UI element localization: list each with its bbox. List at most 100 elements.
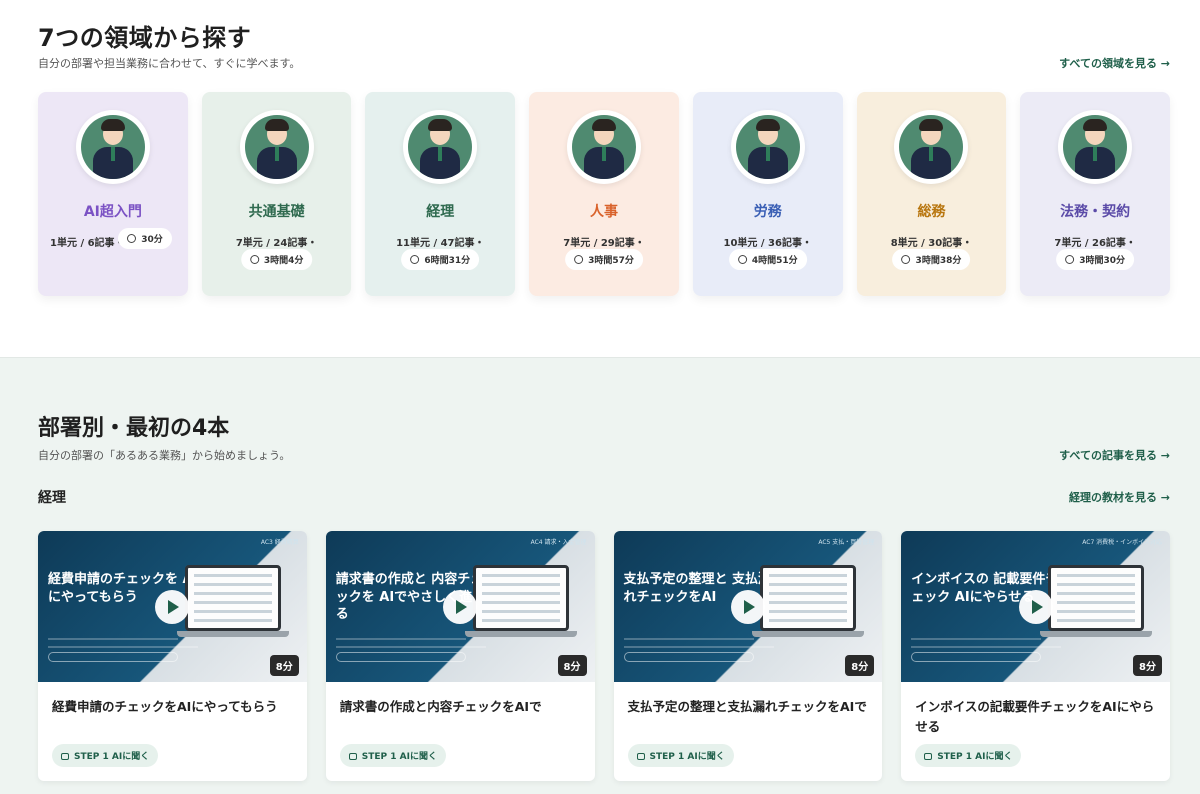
video-thumbnail[interactable]: AC4 請求・入金管理 請求書の作成と 内容チェックを AIでやさしく進める 8… (325, 531, 595, 682)
domain-card[interactable]: 経理 11単元 / 47記事・ 6時間31分 (365, 92, 516, 296)
clock-icon (249, 255, 259, 264)
step-label: STEP 1 AIに聞く (74, 752, 150, 762)
avatar (239, 110, 314, 184)
domain-card[interactable]: 労務 10単元 / 36記事・ 4時間51分 (692, 92, 843, 296)
section-title: 部署別・最初の4本 (38, 416, 230, 441)
video-card[interactable]: AC4 請求・入金管理 請求書の作成と 内容チェックを AIでやさしく進める 8… (325, 531, 595, 781)
play-icon[interactable] (1018, 589, 1053, 624)
laptop-illustration (760, 565, 857, 631)
avatar (1058, 110, 1133, 184)
chat-icon (348, 753, 357, 760)
play-icon[interactable] (443, 589, 478, 624)
domain-time: 3時間4分 (263, 256, 304, 266)
video-card[interactable]: AC3 経費精算 経費申請のチェックを AIにやってもらう 8分 経費申請のチェ… (38, 531, 307, 781)
laptop-illustration (472, 565, 569, 631)
step-badge: STEP 1 AIに聞く (339, 744, 446, 767)
avatar (730, 110, 805, 184)
video-thumbnail[interactable]: AC7 消費税・インボイス対応 インボイスの 記載要件チェック AIにやらせる … (901, 531, 1170, 682)
domain-time: 3時間30分 (1079, 256, 1126, 266)
clock-icon (410, 255, 420, 264)
clock-icon (901, 255, 911, 264)
step-badge: STEP 1 AIに聞く (627, 744, 734, 767)
domain-card[interactable]: 人事 7単元 / 29記事・ 3時間57分 (529, 92, 679, 296)
avatar (75, 110, 150, 184)
domain-stats: 8単元 / 30記事・ (890, 238, 973, 249)
domain-time-badge: 30分 (118, 228, 172, 249)
laptop-illustration (1048, 565, 1144, 631)
domain-name: 労務 (753, 204, 782, 220)
step-label: STEP 1 AIに聞く (937, 752, 1013, 762)
domain-name: AI超入門 (83, 204, 142, 220)
domain-time: 4時間51分 (751, 256, 798, 266)
domain-card[interactable]: 共通基礎 7単元 / 24記事・ 3時間4分 (201, 92, 352, 296)
avatar (403, 110, 478, 184)
thumbnail-tag: AC7 消費税・インボイス対応 (1082, 539, 1162, 546)
domain-time-badge: 4時間51分 (728, 249, 807, 270)
domain-stats: 7単元 / 24記事・ (235, 238, 318, 249)
department-section: 部署別・最初の4本 自分の部署の「あるある業務」から始めましょう。 すべての記事… (0, 357, 1200, 794)
domain-stats: 10単元 / 36記事・ (723, 238, 812, 249)
step-badge: STEP 1 AIに聞く (915, 744, 1022, 767)
play-icon[interactable] (155, 589, 190, 624)
domain-cards: AI超入門 1単元 / 6記事・ 30分 共通基礎 7単元 / 24記事・ 3時… (38, 92, 1171, 296)
section-title: 7つの領域から探す (38, 24, 252, 52)
domain-time-badge: 6時間31分 (401, 249, 480, 270)
video-card[interactable]: AC7 消費税・インボイス対応 インボイスの 記載要件チェック AIにやらせる … (901, 531, 1170, 781)
duration-badge: 8分 (269, 655, 299, 676)
category-heading: 経理 (38, 490, 66, 506)
domain-stats: 7単元 / 29記事・ (563, 238, 645, 249)
play-icon[interactable] (730, 589, 765, 624)
domain-time: 3時間38分 (915, 256, 962, 266)
duration-badge: 8分 (845, 655, 875, 676)
avatar (567, 110, 642, 184)
domain-stats: 7単元 / 26記事・ (1054, 238, 1136, 249)
video-title[interactable]: 経費申請のチェックをAIにやってもらう (52, 697, 292, 717)
duration-badge: 8分 (557, 655, 587, 676)
domain-card[interactable]: 法務・契約 7単元 / 26記事・ 3時間30分 (1020, 92, 1171, 296)
video-title[interactable]: 支払予定の整理と支払漏れチェックをAIで (628, 697, 868, 717)
domain-card[interactable]: AI超入門 1単元 / 6記事・ 30分 (38, 92, 188, 296)
domain-time-badge: 3時間38分 (892, 249, 971, 270)
thumbnail-tag: AC3 経費精算 (260, 539, 299, 546)
chat-icon (924, 753, 933, 760)
clock-icon (127, 234, 137, 243)
domain-time-badge: 3時間57分 (565, 249, 643, 270)
step-label: STEP 1 AIに聞く (361, 752, 437, 762)
domain-section: 7つの領域から探す 自分の部署や担当業務に合わせて、すぐに学べます。 すべての領… (0, 0, 1200, 357)
section-subtitle: 自分の部署の「あるある業務」から始めましょう。 (38, 449, 291, 462)
domain-name: 総務 (917, 204, 946, 220)
clock-icon (737, 255, 747, 264)
video-cards: AC3 経費精算 経費申請のチェックを AIにやってもらう 8分 経費申請のチェ… (38, 531, 1170, 781)
domain-name: 人事 (590, 204, 619, 220)
domain-time: 6時間31分 (424, 256, 471, 266)
step-badge: STEP 1 AIに聞く (52, 744, 159, 767)
domain-stats: 11単元 / 47記事・ (396, 238, 485, 249)
duration-badge: 8分 (1133, 655, 1162, 676)
domain-time-badge: 3時間30分 (1056, 249, 1135, 270)
chat-icon (636, 753, 645, 760)
laptop-illustration (184, 565, 281, 631)
chat-icon (61, 753, 69, 760)
video-title[interactable]: 請求書の作成と内容チェックをAIで (340, 697, 580, 717)
domain-time-badge: 3時間4分 (240, 249, 313, 270)
section-subtitle: 自分の部署や担当業務に合わせて、すぐに学べます。 (38, 57, 301, 70)
video-thumbnail[interactable]: AC3 経費精算 経費申請のチェックを AIにやってもらう 8分 (38, 531, 307, 682)
thumbnail-tag: AC5 支払・買掛管理 (818, 539, 875, 546)
see-all-domains-link[interactable]: すべての領域を見る → (1059, 55, 1170, 71)
video-card[interactable]: AC5 支払・買掛管理 支払予定の整理と 支払漏れチェックをAI 8分 支払予定… (613, 531, 883, 781)
domain-name: 経理 (426, 204, 455, 220)
clock-icon (1065, 255, 1075, 264)
domain-card[interactable]: 総務 8単元 / 30記事・ 3時間38分 (856, 92, 1007, 296)
video-thumbnail[interactable]: AC5 支払・買掛管理 支払予定の整理と 支払漏れチェックをAI 8分 (613, 531, 883, 682)
domain-name: 共通基礎 (248, 204, 305, 220)
video-title[interactable]: インボイスの記載要件チェックをAIにやらせる (915, 697, 1155, 737)
category-materials-link[interactable]: 経理の教材を見る → (1069, 489, 1170, 505)
domain-time: 3時間57分 (588, 256, 634, 266)
step-label: STEP 1 AIに聞く (649, 752, 725, 762)
thumbnail-tag: AC4 請求・入金管理 (530, 539, 587, 546)
see-all-articles-link[interactable]: すべての記事を見る → (1059, 447, 1170, 463)
clock-icon (574, 255, 584, 264)
avatar (894, 110, 969, 184)
domain-time: 30分 (141, 235, 163, 245)
domain-name: 法務・契約 (1060, 204, 1131, 220)
